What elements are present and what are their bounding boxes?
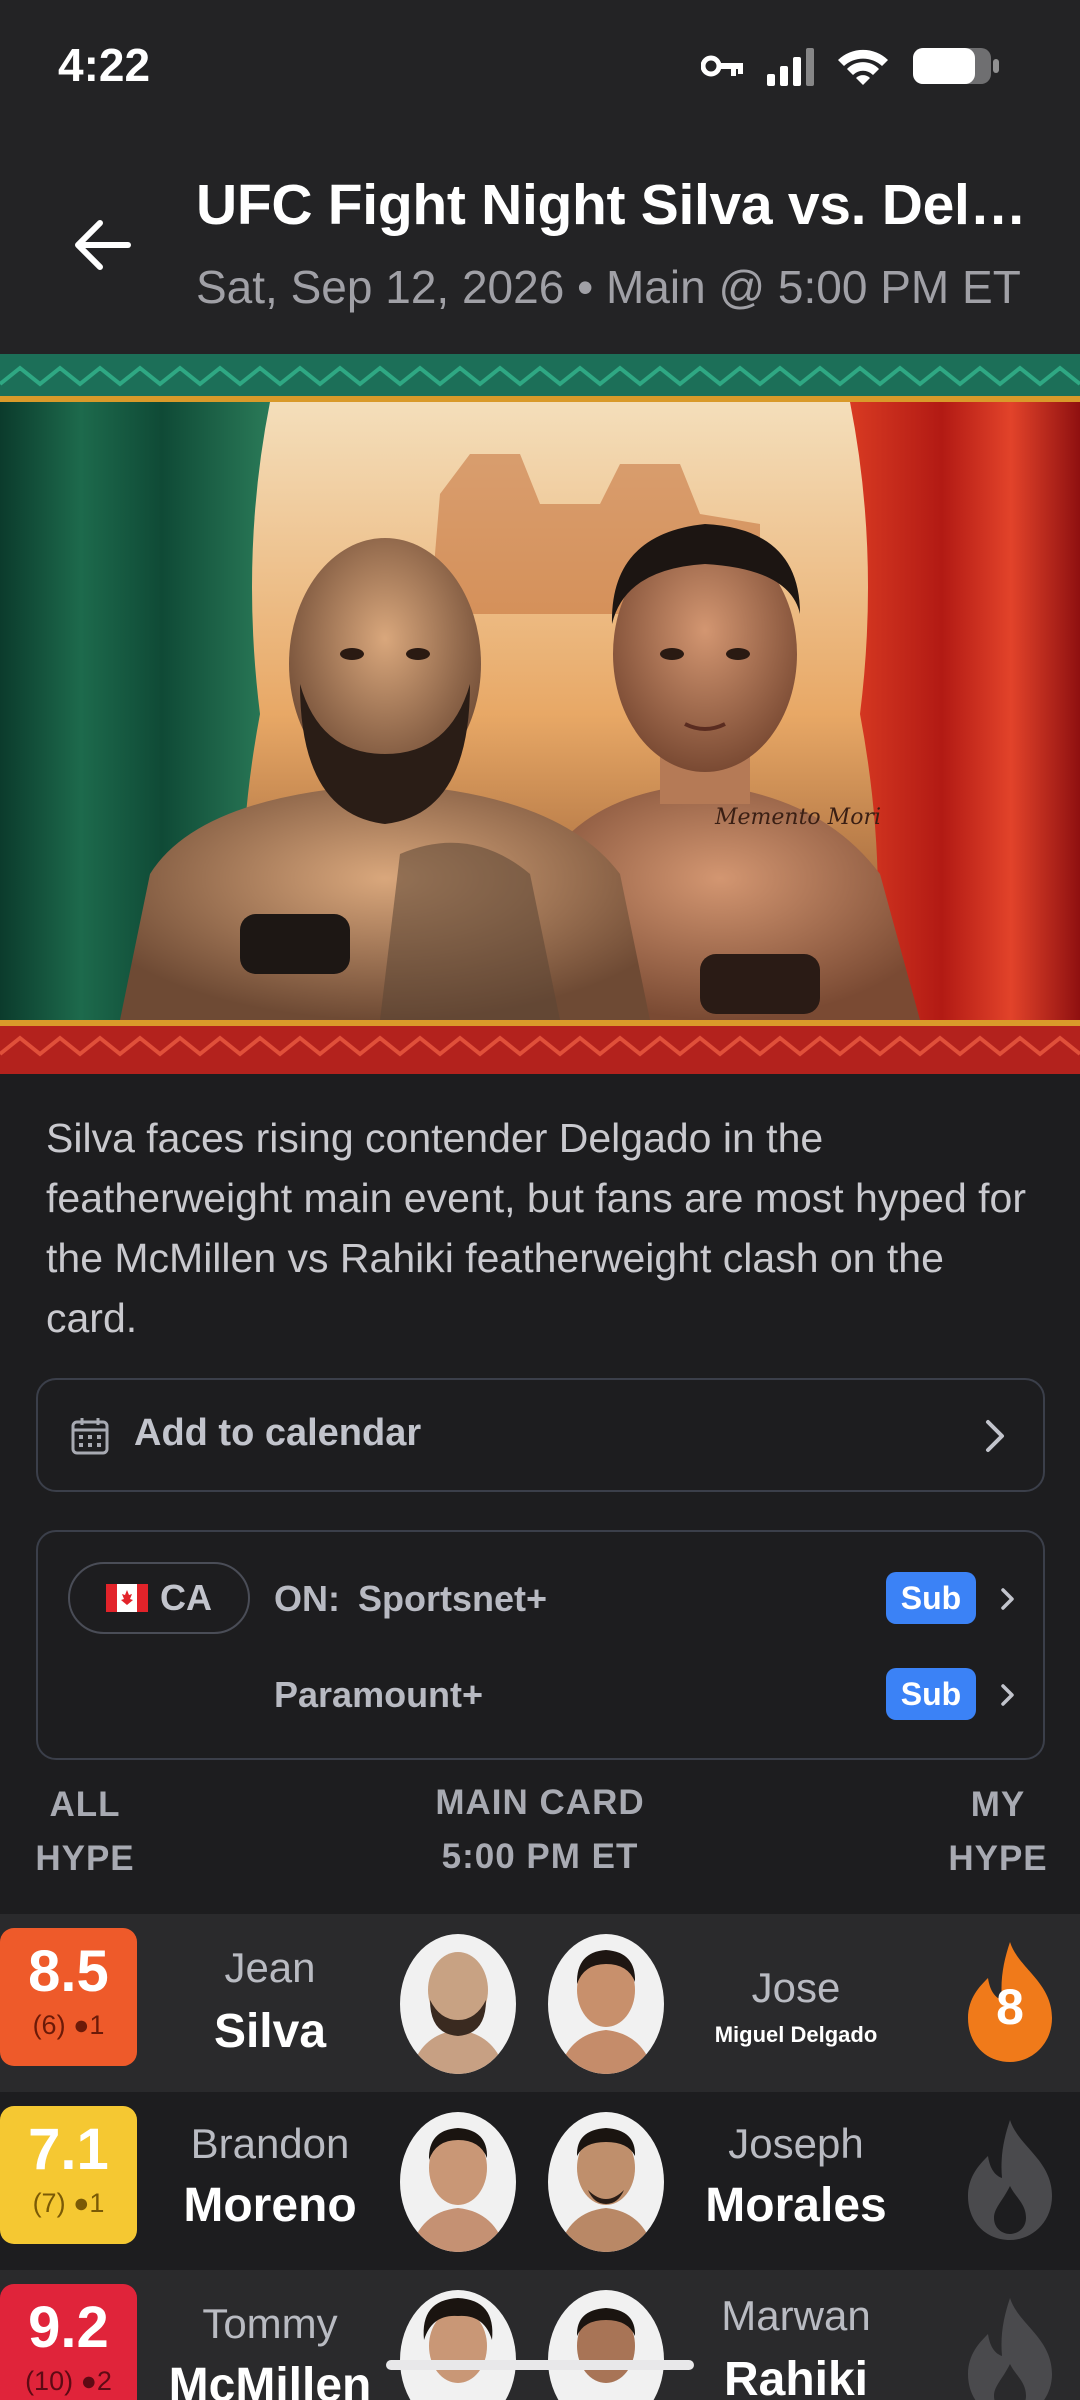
hype-votes: (6) ●1 [32, 2010, 105, 2040]
event-poster-image: Memento Mori [0, 354, 1080, 1074]
fighter1-first-name: Jean [224, 1944, 316, 1991]
flame-icon[interactable] [962, 2116, 1058, 2242]
main-card-header: MAIN CARD 5:00 PM ET [390, 1776, 690, 1884]
hype-score-badge: 8.5 (6) ●1 [0, 1928, 137, 2066]
fight-row[interactable]: 8.5 (6) ●1 Jean Silva Jose Miguel Delgad… [0, 1914, 1080, 2092]
streaming-options-card: CA ON: Sportsnet+ Sub Paramount+ Sub [36, 1530, 1045, 1760]
add-to-calendar-label: Add to calendar [134, 1412, 422, 1454]
fighter1-first-name: Tommy [202, 2300, 338, 2347]
provider-paramount[interactable]: Paramount+ [274, 1674, 483, 1716]
event-title: UFC Fight Night Silva vs. Delgado [196, 173, 1036, 237]
chevron-right-icon[interactable] [1000, 1584, 1016, 1614]
stream-on-label: ON: [274, 1578, 340, 1619]
main-card-label: MAIN CARD [435, 1783, 645, 1822]
all-hype-column-header[interactable]: ALL HYPE [20, 1778, 150, 1886]
fighter1-last-name: McMillen [168, 2359, 372, 2400]
hype-votes: (7) ●1 [32, 2188, 105, 2218]
hype-votes: (10) ●2 [25, 2366, 112, 2396]
canada-flag-icon [106, 1584, 148, 1612]
fighter2-first-name: Jose [751, 1964, 841, 2011]
hype-score: 8.5 [28, 1939, 109, 2004]
main-card-time: 5:00 PM ET [441, 1837, 639, 1876]
fighter2-last-name: Rahiki [723, 2353, 869, 2400]
comment-icon: ● [73, 2010, 90, 2040]
fight-row[interactable]: 9.2 (10) ●2 Tommy McMillen Marwan Rahiki [0, 2270, 1080, 2400]
status-time: 4:22 [58, 39, 151, 91]
vpn-key-icon [701, 55, 743, 77]
chevron-right-icon[interactable] [1000, 1680, 1016, 1710]
hype-score-badge: 9.2 (10) ●2 [0, 2284, 137, 2400]
fight-row[interactable]: 7.1 (7) ●1 Brandon Moreno Joseph Morales [0, 2092, 1080, 2270]
flame-icon[interactable] [962, 2294, 1058, 2400]
status-bar: 4:22 [0, 0, 1080, 120]
region-selector[interactable]: CA [68, 1562, 250, 1634]
subscription-badge: Sub [886, 1668, 976, 1720]
comment-icon: ● [73, 2188, 90, 2218]
back-arrow-icon[interactable] [70, 215, 136, 275]
hype-score: 7.1 [28, 2117, 109, 2182]
chevron-right-icon [986, 1420, 1004, 1452]
status-icons [701, 44, 1000, 88]
my-hype-column-header[interactable]: MY HYPE [930, 1778, 1066, 1886]
add-to-calendar-button[interactable]: Add to calendar [36, 1378, 1045, 1492]
hype-score-badge: 7.1 (7) ●1 [0, 2106, 137, 2244]
fighter2-last-name: Morales [705, 2179, 887, 2232]
fighter1-avatar [400, 1934, 516, 2074]
event-description: Silva faces rising contender Delgado in … [46, 1115, 1026, 1341]
hype-score: 9.2 [28, 2295, 109, 2360]
fighter2-first-name: Marwan [721, 2292, 871, 2339]
subscription-badge: Sub [886, 1572, 976, 1624]
fighter1-last-name: Silva [213, 2005, 327, 2058]
battery-icon [913, 48, 999, 84]
fighter2-last-name: Miguel Delgado [714, 2022, 878, 2047]
home-indicator[interactable] [386, 2360, 694, 2370]
provider-sportsnet[interactable]: Sportsnet+ [358, 1578, 547, 1620]
cell-signal-icon [767, 46, 814, 86]
fighter1-first-name: Brandon [190, 2120, 350, 2167]
my-hype-value: 8 [996, 1979, 1024, 2035]
event-subtitle: Sat, Sep 12, 2026 • Main @ 5:00 PM ET [196, 261, 1021, 313]
comment-icon: ● [80, 2366, 97, 2396]
fighter1-avatar [400, 2112, 516, 2252]
svg-text:Memento Mori: Memento Mori [714, 805, 881, 830]
fighter2-first-name: Joseph [728, 2120, 864, 2167]
app-header: UFC Fight Night Silva vs. Delgado Sat, S… [0, 120, 1080, 354]
fighter1-last-name: Moreno [183, 2179, 357, 2232]
region-label: CA [160, 1577, 212, 1618]
calendar-icon [71, 1418, 109, 1455]
wifi-icon [838, 49, 888, 85]
